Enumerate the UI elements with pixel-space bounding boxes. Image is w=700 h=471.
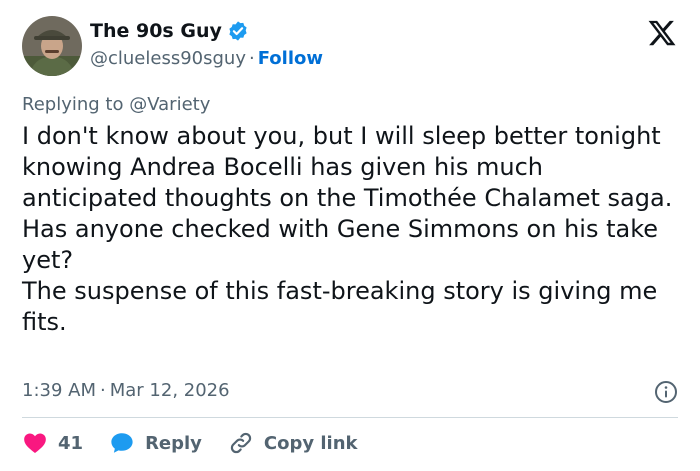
verified-badge-icon xyxy=(227,20,249,42)
follow-button[interactable]: Follow xyxy=(258,48,323,69)
copy-link-button[interactable]: Copy link xyxy=(228,430,358,456)
replying-to-mention[interactable]: @Variety xyxy=(129,94,210,115)
tweet-text: I don't know about you, but I will sleep… xyxy=(22,121,682,338)
reply-button[interactable]: Reply xyxy=(109,430,202,456)
author-name[interactable]: The 90s Guy xyxy=(90,20,222,42)
avatar[interactable] xyxy=(22,16,82,76)
separator-dot: · xyxy=(248,48,255,69)
copy-link-label: Copy link xyxy=(263,432,358,454)
author-handle-row: @clueless90sguy · Follow xyxy=(90,48,323,69)
author-handle[interactable]: @clueless90sguy xyxy=(90,48,246,69)
x-logo-icon[interactable] xyxy=(646,18,678,48)
tweet-card: The 90s Guy @clueless90sguy · Follow Reply… xyxy=(0,0,700,471)
action-bar: 41 Reply Copy link xyxy=(22,430,384,456)
tweet-timestamp[interactable]: 1:39 AM · Mar 12, 2026 xyxy=(22,380,230,401)
separator-dot: · xyxy=(100,380,106,401)
replying-to-label: Replying to xyxy=(22,94,124,115)
tweet-time: 1:39 AM xyxy=(22,380,96,401)
tweet-text-line: Has anyone checked with Gene Simmons on … xyxy=(22,215,658,274)
link-icon xyxy=(230,432,252,454)
like-count: 41 xyxy=(58,432,84,454)
tweet-text-line: I don't know about you, but I will sleep… xyxy=(22,122,673,212)
tweet-date: Mar 12, 2026 xyxy=(109,380,230,401)
divider xyxy=(22,417,678,418)
info-icon[interactable] xyxy=(654,380,678,404)
replying-to: Replying to @Variety xyxy=(22,94,210,115)
like-button[interactable]: 41 xyxy=(22,430,83,456)
speech-bubble-icon xyxy=(111,433,133,453)
heart-icon xyxy=(24,433,46,453)
author-name-row: The 90s Guy xyxy=(90,20,249,42)
tweet-text-line: The suspense of this fast-breaking story… xyxy=(22,277,658,336)
reply-label: Reply xyxy=(145,432,202,454)
